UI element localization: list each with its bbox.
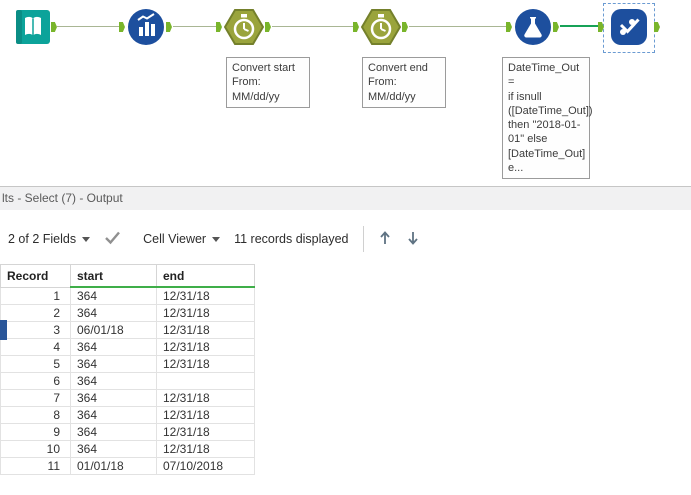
book-icon bbox=[16, 10, 50, 48]
grid-row: 5 364 12/31/18 bbox=[0, 355, 255, 373]
end-cell[interactable]: 12/31/18 bbox=[156, 338, 255, 356]
stopwatch-hexagon-icon bbox=[360, 9, 402, 49]
grid-header-row: Record start end bbox=[0, 264, 255, 288]
column-header-start[interactable]: start bbox=[70, 264, 157, 288]
chevron-down-icon bbox=[82, 236, 91, 242]
record-cell[interactable]: 8 bbox=[0, 406, 71, 424]
column-header-record[interactable]: Record bbox=[0, 264, 71, 288]
record-cell[interactable]: 9 bbox=[0, 423, 71, 441]
start-cell[interactable]: 364 bbox=[70, 406, 157, 424]
end-cell[interactable]: 12/31/18 bbox=[156, 406, 255, 424]
scroll-down-button[interactable] bbox=[406, 230, 420, 249]
stopwatch-hexagon-icon bbox=[223, 9, 265, 49]
tool-formula[interactable] bbox=[514, 8, 552, 51]
record-cell[interactable]: 10 bbox=[0, 440, 71, 458]
alteryx-window: Convert start From: MM/dd/yy Convert end… bbox=[0, 0, 691, 495]
end-cell[interactable]: 12/31/18 bbox=[156, 423, 255, 441]
end-cell[interactable] bbox=[156, 372, 255, 390]
end-cell[interactable]: 12/31/18 bbox=[156, 321, 255, 339]
annotation-formula[interactable]: DateTime_Out = if isnull ([DateTime_Out]… bbox=[502, 57, 593, 180]
end-cell[interactable]: 12/31/18 bbox=[156, 304, 255, 322]
output-anchor bbox=[51, 22, 57, 32]
tool-datetime-start[interactable] bbox=[223, 9, 265, 50]
grid-row: 11 01/01/18 07/10/2018 bbox=[0, 457, 255, 475]
record-cell[interactable]: 7 bbox=[0, 389, 71, 407]
start-cell[interactable]: 364 bbox=[70, 304, 157, 322]
column-header-end[interactable]: end bbox=[156, 264, 255, 288]
results-toolbar: 2 of 2 Fields Cell Viewer 11 records dis… bbox=[8, 222, 420, 256]
results-grid: Record start end 1 364 12/31/18 2 364 12… bbox=[0, 264, 255, 475]
record-cell[interactable]: 3 bbox=[0, 321, 71, 339]
annotation-datetime-start[interactable]: Convert start From: MM/dd/yy bbox=[226, 57, 310, 108]
annotation-datetime-end[interactable]: Convert end From: MM/dd/yy bbox=[362, 57, 446, 108]
output-anchor bbox=[553, 22, 559, 32]
start-cell[interactable]: 364 bbox=[70, 389, 157, 407]
cell-viewer-dropdown[interactable]: Cell Viewer bbox=[143, 232, 221, 246]
grid-row: 9 364 12/31/18 bbox=[0, 423, 255, 441]
start-cell[interactable]: 364 bbox=[70, 286, 157, 305]
toolbar-separator bbox=[362, 226, 364, 252]
start-cell[interactable]: 364 bbox=[70, 440, 157, 458]
end-cell[interactable]: 12/31/18 bbox=[156, 440, 255, 458]
input-anchor bbox=[506, 22, 512, 32]
tool-datetime-end[interactable] bbox=[360, 9, 402, 50]
scroll-up-button[interactable] bbox=[378, 230, 392, 249]
end-cell[interactable]: 12/31/18 bbox=[156, 355, 255, 373]
grid-row: 4 364 12/31/18 bbox=[0, 338, 255, 356]
left-edge-selection-strip bbox=[0, 320, 7, 340]
start-cell[interactable]: 364 bbox=[70, 355, 157, 373]
start-cell[interactable]: 364 bbox=[70, 338, 157, 356]
output-anchor bbox=[402, 22, 408, 32]
record-cell[interactable]: 4 bbox=[0, 338, 71, 356]
tool-input-data[interactable] bbox=[16, 10, 50, 49]
end-cell[interactable]: 12/31/18 bbox=[156, 286, 255, 305]
chart-bars-icon bbox=[127, 9, 165, 50]
apply-check-icon[interactable] bbox=[104, 230, 121, 248]
grid-row: 1 364 12/31/18 bbox=[0, 286, 255, 305]
start-cell[interactable]: 364 bbox=[70, 423, 157, 441]
output-anchor bbox=[265, 22, 271, 32]
input-anchor bbox=[216, 22, 222, 32]
grid-row: 2 364 12/31/18 bbox=[0, 304, 255, 322]
record-cell[interactable]: 6 bbox=[0, 372, 71, 390]
tool-prepare[interactable] bbox=[127, 8, 165, 51]
results-pane-header: lts - Select (7) - Output bbox=[0, 186, 691, 210]
output-anchor bbox=[654, 22, 660, 32]
fields-dropdown-label: 2 of 2 Fields bbox=[8, 232, 77, 246]
connection-wire[interactable] bbox=[409, 26, 506, 27]
flask-icon bbox=[514, 9, 552, 50]
grid-row: 10 364 12/31/18 bbox=[0, 440, 255, 458]
grid-row: 6 364 bbox=[0, 372, 255, 390]
connection-wire[interactable] bbox=[272, 26, 353, 27]
start-cell[interactable]: 01/01/18 bbox=[70, 457, 157, 475]
end-cell[interactable]: 12/31/18 bbox=[156, 389, 255, 407]
start-cell[interactable]: 06/01/18 bbox=[70, 321, 157, 339]
grid-row: 8 364 12/31/18 bbox=[0, 406, 255, 424]
record-cell[interactable]: 1 bbox=[0, 286, 71, 305]
records-displayed-text: 11 records displayed bbox=[234, 232, 349, 246]
input-anchor bbox=[119, 22, 125, 32]
connection-wire[interactable] bbox=[173, 26, 216, 27]
record-cell[interactable]: 2 bbox=[0, 304, 71, 322]
cell-viewer-label: Cell Viewer bbox=[143, 232, 207, 246]
grid-row: 3 06/01/18 12/31/18 bbox=[0, 321, 255, 339]
output-anchor bbox=[166, 22, 172, 32]
grid-row: 7 364 12/31/18 bbox=[0, 389, 255, 407]
checkmarks-icon bbox=[611, 9, 647, 49]
chevron-down-icon bbox=[212, 236, 221, 242]
results-pane-title: lts - Select (7) - Output bbox=[2, 191, 123, 205]
record-cell[interactable]: 11 bbox=[0, 457, 71, 475]
end-cell[interactable]: 07/10/2018 bbox=[156, 457, 255, 475]
fields-dropdown[interactable]: 2 of 2 Fields bbox=[8, 232, 91, 246]
tool-select[interactable] bbox=[611, 9, 647, 50]
connection-wire-selected[interactable] bbox=[560, 25, 602, 27]
input-anchor bbox=[353, 22, 359, 32]
record-cell[interactable]: 5 bbox=[0, 355, 71, 373]
connection-wire[interactable] bbox=[57, 26, 119, 27]
start-cell[interactable]: 364 bbox=[70, 372, 157, 390]
